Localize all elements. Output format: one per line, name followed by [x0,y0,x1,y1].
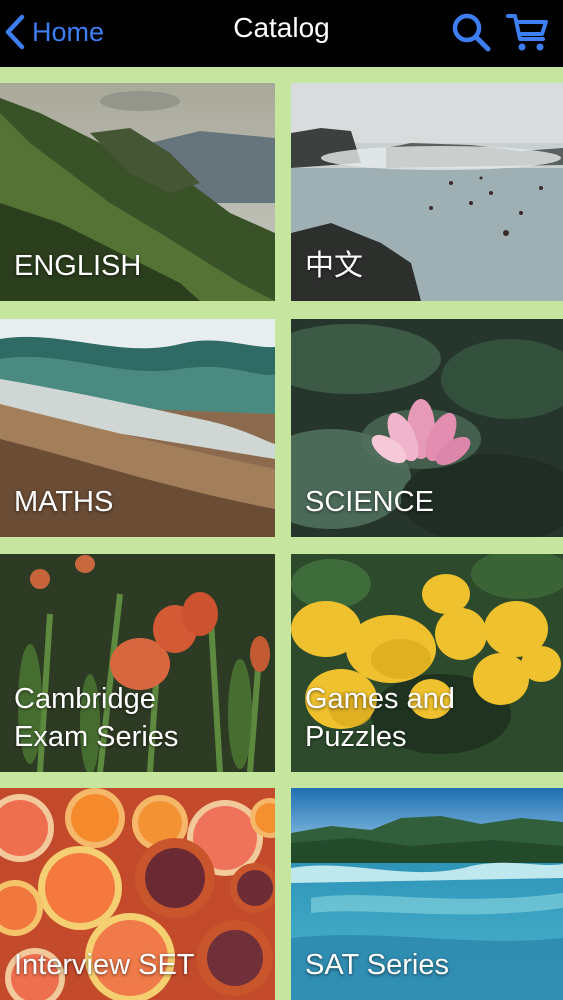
tile-label: Interview SET [14,949,195,981]
catalog-tile-maths[interactable]: MATHS [0,319,275,537]
back-button-label: Home [32,16,105,47]
tile-label: 中文 [305,250,364,282]
catalog-tile-sat-series[interactable]: SAT Series [291,788,563,1000]
catalog-tile-cambridge-exam-series[interactable]: Cambridge Exam Series [0,554,275,772]
tile-label: SCIENCE [305,486,434,518]
navigation-bar: Home Catalog [0,0,563,67]
search-button[interactable] [448,10,494,54]
tile-label: ENGLISH [14,250,142,282]
catalog-grid: ENGLISH 中文 MATHS SCIENCE Cambridge Exam … [0,67,563,1000]
chevron-left-icon [5,14,25,50]
catalog-tile-interview-set[interactable]: Interview SET [0,788,275,1000]
catalog-tile-chinese[interactable]: 中文 [291,83,563,301]
tile-label: Games and Puzzles [305,683,455,753]
cart-icon [506,14,548,51]
catalog-tile-games-and-puzzles[interactable]: Games and Puzzles [291,554,563,772]
catalog-tile-science[interactable]: SCIENCE [291,319,563,537]
cart-button[interactable] [505,10,551,54]
back-button[interactable]: Home [4,10,104,54]
tile-label: MATHS [14,486,114,518]
tile-label: SAT Series [305,949,449,981]
tile-label: Cambridge Exam Series [14,683,179,753]
catalog-tile-english[interactable]: ENGLISH [0,83,275,301]
search-icon [452,13,491,52]
